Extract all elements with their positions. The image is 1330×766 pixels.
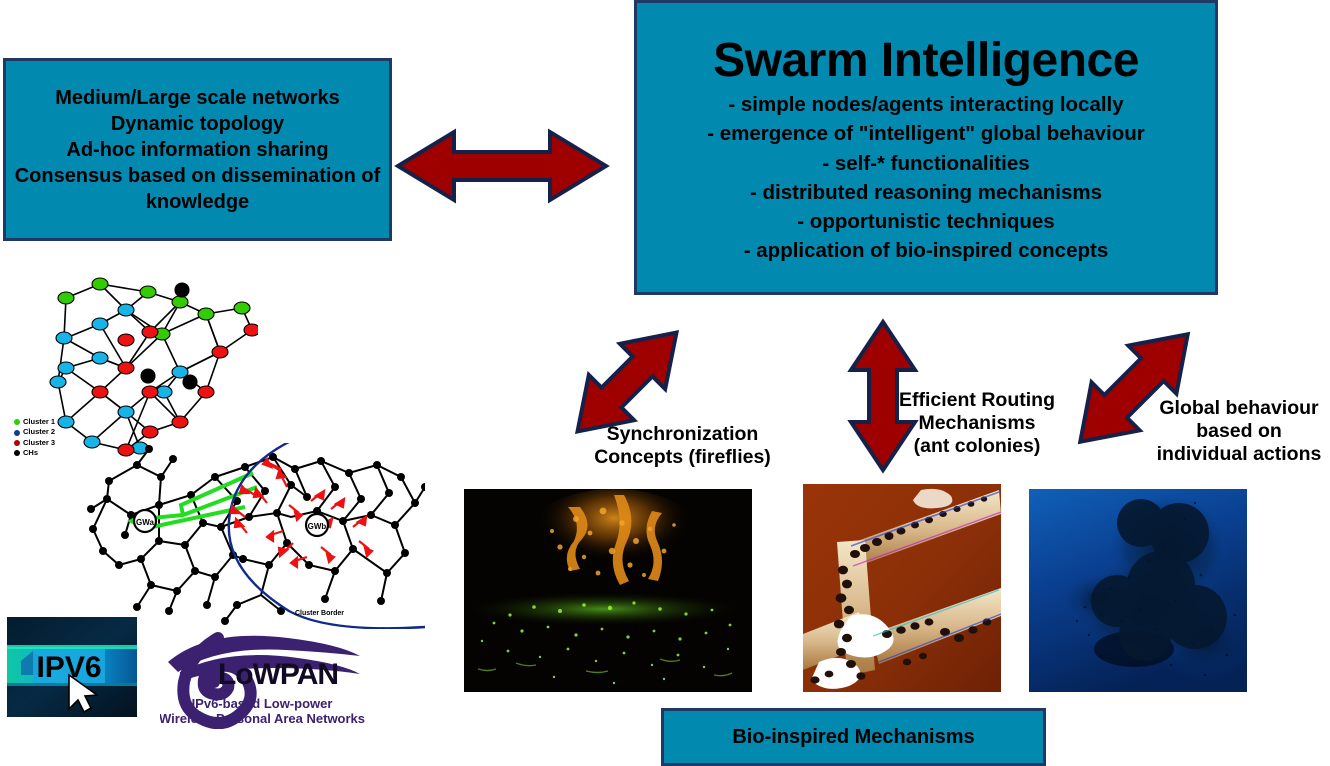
legend-dot-icon: [14, 429, 20, 436]
network-line: Ad-hoc information sharing: [66, 138, 329, 161]
legend-dot-icon: [14, 450, 20, 457]
legend-item: Cluster 1: [14, 417, 55, 427]
swarm-bullet: - distributed reasoning mechanisms: [749, 180, 1102, 204]
cluster-legend: Cluster 1 Cluster 2 Cluster 3 CHs: [14, 417, 55, 458]
swarm-intelligence-title: Swarm Intelligence: [713, 33, 1139, 87]
mesh-annotation: Cluster Border: [295, 610, 344, 617]
bio-inspired-mechanisms-box: Bio-inspired Mechanisms: [661, 708, 1046, 766]
network-line: Consensus based on dissemination of know…: [14, 164, 381, 213]
legend-label: Cluster 2: [23, 427, 56, 437]
swarm-bullet: - opportunistic techniques: [797, 209, 1055, 233]
mesh-node-label: GWb: [308, 522, 327, 531]
legend-dot-icon: [14, 439, 20, 446]
network-line: Medium/Large scale networks: [55, 86, 340, 109]
network-characteristics-lines: Medium/Large scale networks Dynamic topo…: [6, 85, 389, 215]
legend-item: CHs: [14, 448, 55, 458]
arrow-network-to-swarm: [394, 128, 610, 204]
swarm-intelligence-bullets: - simple nodes/agents interacting locall…: [707, 90, 1144, 265]
fireflies-photo: [464, 489, 752, 692]
ant-colony-photo: [803, 484, 1001, 692]
clustered-sensor-network-diagram: [30, 272, 261, 462]
sixlowpan-tagline-1: IPv6-based Low-power: [192, 696, 333, 711]
legend-label: Cluster 1: [23, 417, 56, 426]
slide-canvas: Swarm Intelligence - simple nodes/agents…: [0, 0, 1330, 766]
bio-inspired-label: Bio-inspired Mechanisms: [732, 725, 975, 748]
mesh-node-label: GWa: [136, 518, 154, 527]
sixlowpan-name: LoWPAN: [218, 658, 338, 691]
mesh-routing-diagram: GWa GWb Cluster Border: [85, 435, 429, 630]
swarm-bullet: - application of bio-inspired concepts: [743, 238, 1109, 262]
network-characteristics-box: Medium/Large scale networks Dynamic topo…: [3, 58, 392, 241]
swarm-bullet: - emergence of "intelligent" global beha…: [707, 122, 1145, 146]
legend-dot-icon: [14, 419, 20, 426]
swarm-bullet: - simple nodes/agents interacting locall…: [728, 93, 1124, 117]
legend-label: CHs: [23, 448, 39, 458]
caption-synchronization: Synchronization Concepts (fireflies): [594, 423, 771, 468]
legend-label: Cluster 3: [23, 437, 56, 447]
ipv6-logo: IPV6: [7, 617, 137, 717]
swarm-intelligence-box: Swarm Intelligence - simple nodes/agents…: [634, 0, 1218, 295]
caption-global-behaviour: Global behaviour based on individual act…: [1156, 397, 1322, 465]
bird-flock-photo: [1029, 489, 1247, 692]
sixlowpan-logo: LoWPAN IPv6-based Low-power Wireless Per…: [159, 622, 365, 730]
network-line: Dynamic topology: [110, 112, 285, 135]
legend-item: Cluster 3: [14, 438, 55, 448]
caption-efficient-routing: Efficient Routing Mechanisms (ant coloni…: [899, 389, 1055, 457]
legend-item: Cluster 2: [14, 427, 55, 437]
sixlowpan-tagline-2: Wireless Personal Area Networks: [160, 711, 365, 726]
swarm-bullet: - self-* functionalities: [822, 151, 1030, 175]
